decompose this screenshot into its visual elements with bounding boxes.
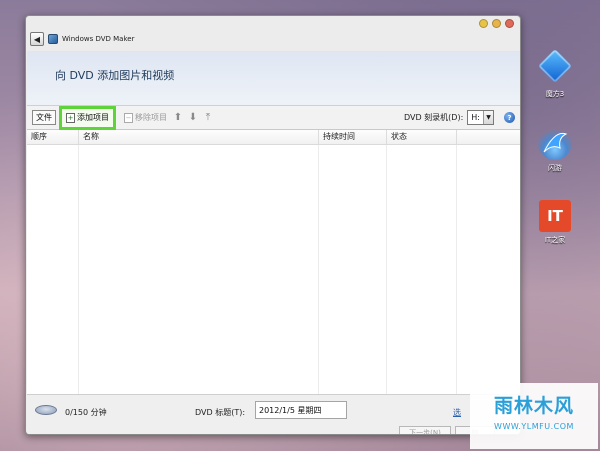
- desktop-icon-label: IT之家: [544, 236, 566, 244]
- remove-items-label: 移除项目: [135, 113, 167, 122]
- file-menu-button[interactable]: 文件: [32, 110, 56, 125]
- column-header-order[interactable]: 顺序: [27, 130, 79, 144]
- close-button[interactable]: [505, 19, 514, 28]
- column-header-filler: [457, 130, 520, 144]
- watermark-logo: 雨林木风: [493, 395, 574, 417]
- toolbar: 文件 + 添加项目 − 移除项目 ⬆ ⬇ ⤒ DVD 刻录机(D): H: ▼ …: [27, 105, 520, 130]
- add-file-icon: +: [66, 112, 75, 123]
- remove-items-button[interactable]: − 移除项目: [122, 110, 169, 126]
- page-header: 向 DVD 添加图片和视频: [27, 51, 520, 106]
- drive-value: H:: [471, 113, 480, 122]
- window-title: Windows DVD Maker: [62, 35, 135, 43]
- back-arrow-icon: ◀: [33, 34, 41, 44]
- minimize-button[interactable]: [479, 19, 488, 28]
- desktop-icon-shanyou[interactable]: 闪游: [530, 126, 580, 173]
- desktop-icon-label: 闪游: [548, 164, 562, 172]
- column-duration: [319, 145, 387, 394]
- add-items-button[interactable]: + 添加项目: [64, 110, 111, 126]
- next-button[interactable]: 下一步(N): [399, 426, 451, 434]
- disc-icon: [35, 405, 57, 415]
- options-link[interactable]: 选: [453, 407, 461, 418]
- move-to-top-icon[interactable]: ⤒: [202, 112, 214, 124]
- column-status: [387, 145, 457, 394]
- table-header: 顺序 名称 持续时间 状态: [27, 130, 520, 145]
- back-button[interactable]: ◀: [30, 32, 44, 46]
- add-items-label: 添加项目: [77, 113, 109, 122]
- title-bar: ◀ Windows DVD Maker: [26, 28, 520, 50]
- watermark: 雨林木风 WWW.YLMFU.COM: [470, 383, 598, 449]
- cube-icon: [538, 49, 572, 86]
- move-down-icon[interactable]: ⬇: [187, 112, 199, 124]
- dvd-title-label: DVD 标题(T):: [195, 408, 246, 417]
- help-icon[interactable]: ?: [504, 112, 515, 123]
- desktop-icon-itzhijia[interactable]: IT IT之家: [530, 200, 580, 245]
- dvd-burner-label: DVD 刻录机(D):: [403, 113, 464, 122]
- footer-bar: 0/150 分钟 DVD 标题(T): 选 下一步(N) 取: [27, 394, 520, 434]
- move-up-icon[interactable]: ⬆: [172, 112, 184, 124]
- dvd-maker-app-icon: [48, 34, 58, 44]
- column-header-name[interactable]: 名称: [79, 130, 319, 144]
- add-items-highlight: + 添加项目: [59, 105, 116, 130]
- media-items-table: 顺序 名称 持续时间 状态: [27, 130, 520, 394]
- column-name: [79, 145, 319, 394]
- dvd-maker-window: ◀ Windows DVD Maker 向 DVD 添加图片和视频 文件 + 添…: [25, 15, 521, 435]
- desktop-icon-mofang[interactable]: 魔方3: [530, 49, 580, 99]
- window-controls: [479, 19, 514, 28]
- table-body[interactable]: [27, 145, 520, 394]
- watermark-url: WWW.YLMFU.COM: [494, 422, 574, 431]
- flash-icon: [538, 126, 572, 160]
- remove-file-icon: −: [124, 112, 133, 123]
- dvd-title-input[interactable]: [255, 401, 347, 419]
- column-header-duration[interactable]: 持续时间: [319, 130, 387, 144]
- page-title: 向 DVD 添加图片和视频: [55, 69, 175, 82]
- maximize-button[interactable]: [492, 19, 501, 28]
- disc-usage-text: 0/150 分钟: [65, 408, 107, 417]
- it-icon: IT: [539, 200, 571, 232]
- column-header-status[interactable]: 状态: [387, 130, 457, 144]
- column-order: [27, 145, 79, 394]
- column-filler: [457, 145, 520, 394]
- desktop-icon-label: 魔方3: [545, 90, 565, 98]
- chevron-down-icon: ▼: [483, 111, 493, 124]
- dvd-burner-select[interactable]: H: ▼: [467, 110, 494, 125]
